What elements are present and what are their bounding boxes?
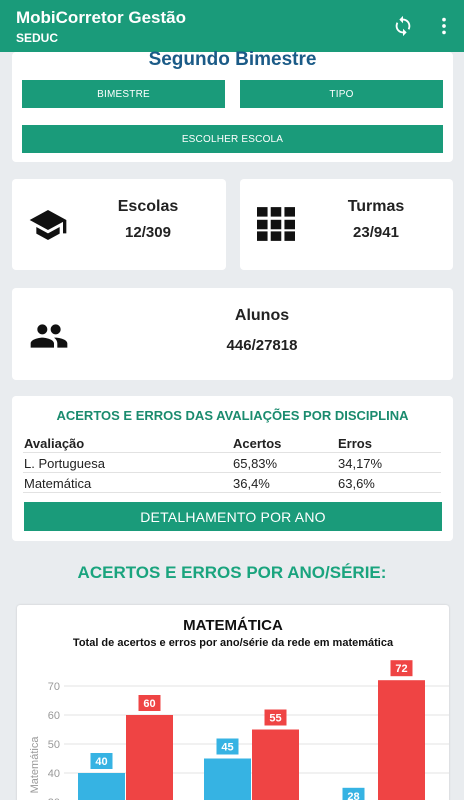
bar-chart: 3040506070Matemática404528605572 (29, 660, 449, 800)
alunos-label: Alunos (234, 307, 290, 324)
app-bar: MobiCorretor Gestão SEDUC (0, 0, 464, 52)
col-acertos: Acertos (233, 436, 282, 451)
escolas-card: Escolas 12/309 (12, 179, 226, 270)
bar (78, 773, 125, 800)
bar (252, 729, 299, 800)
people-icon (24, 316, 74, 361)
chart-card: MATEMÁTICA Total de acertos e erros por … (17, 605, 449, 800)
row-acertos: 65,83% (233, 456, 278, 471)
escolas-value: 12/309 (125, 224, 171, 241)
col-erros: Erros (338, 436, 372, 451)
data-label: 45 (221, 742, 233, 754)
sync-icon[interactable] (389, 12, 417, 40)
col-avaliacao: Avaliação (24, 436, 85, 451)
section-heading: ACERTOS E ERROS POR ANO/SÉRIE: (77, 563, 387, 582)
escolher-escola-button[interactable]: ESCOLHER ESCOLA (22, 125, 443, 153)
y-tick-label: 60 (48, 710, 60, 722)
y-axis-label: Matemática (29, 736, 41, 794)
y-tick-label: 70 (48, 681, 60, 693)
bar (378, 680, 425, 800)
turmas-label: Turmas (347, 198, 405, 215)
y-tick-label: 50 (48, 739, 60, 751)
table-row: L. Portuguesa 65,83% 34,17% (23, 453, 441, 473)
escolas-label: Escolas (117, 198, 179, 215)
data-label: 72 (395, 663, 407, 675)
row-disciplina: L. Portuguesa (24, 456, 105, 471)
row-disciplina: Matemática (24, 476, 92, 491)
app-subtitle: SEDUC (16, 31, 59, 45)
grid-icon (257, 207, 295, 246)
data-label: 28 (347, 791, 359, 800)
data-label: 40 (95, 756, 107, 768)
bimestre-button[interactable]: BIMESTRE (22, 80, 225, 108)
row-acertos: 36,4% (233, 476, 270, 491)
y-tick-label: 40 (48, 768, 60, 780)
alunos-card: Alunos 446/27818 (12, 288, 453, 380)
bar (126, 715, 173, 800)
filter-card: Segundo Bimestre BIMESTRE TIPO ESCOLHER … (12, 49, 453, 162)
period-title: Segundo Bimestre (148, 49, 317, 70)
table-row: Matemática 36,4% 63,6% (23, 473, 441, 493)
turmas-value: 23/941 (353, 224, 399, 241)
app-title: MobiCorretor Gestão (16, 8, 187, 27)
bar (204, 758, 251, 800)
data-label: 55 (269, 713, 281, 725)
tipo-button[interactable]: TIPO (240, 80, 443, 108)
disciplinas-title: ACERTOS E ERROS DAS AVALIAÇÕES POR DISCI… (56, 408, 409, 423)
table-header: Avaliação Acertos Erros (23, 433, 441, 453)
detalhamento-button[interactable]: DETALHAMENTO POR ANO (24, 502, 442, 531)
alunos-value: 446/27818 (226, 337, 298, 354)
graduation-cap-icon (24, 205, 72, 250)
disciplinas-card: ACERTOS E ERROS DAS AVALIAÇÕES POR DISCI… (12, 396, 453, 541)
row-erros: 34,17% (338, 456, 383, 471)
row-erros: 63,6% (338, 476, 375, 491)
turmas-card: Turmas 23/941 (240, 179, 453, 270)
more-vert-icon[interactable] (430, 12, 458, 40)
data-label: 60 (143, 698, 155, 710)
